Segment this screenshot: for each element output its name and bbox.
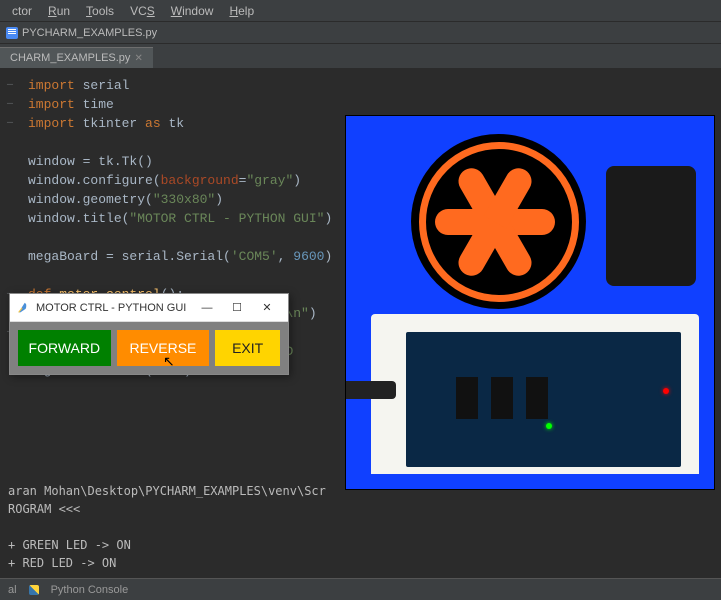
tkinter-body: FORWARD REVERSE↖ EXIT	[10, 322, 288, 374]
python-icon	[29, 585, 39, 595]
reverse-button[interactable]: REVERSE↖	[117, 330, 210, 366]
hardware-photo	[345, 115, 715, 490]
console-line: + GREEN LED -> ON	[8, 536, 713, 554]
minimize-button[interactable]: —	[192, 302, 222, 314]
run-console[interactable]: aran Mohan\Desktop\PYCHARM_EXAMPLES\venv…	[0, 478, 721, 576]
status-item[interactable]: al	[8, 584, 17, 596]
motor-body	[606, 166, 696, 286]
tkinter-titlebar[interactable]: MOTOR CTRL - PYTHON GUI — ☐ ✕	[10, 294, 288, 322]
menu-window[interactable]: Window	[163, 4, 222, 18]
usb-cable	[346, 381, 396, 399]
status-bar: al Python Console	[0, 578, 721, 600]
python-file-icon	[6, 27, 18, 39]
main-menu-bar: ctor Run Tools VCS Window Help	[0, 0, 721, 22]
mouse-cursor-icon: ↖	[163, 353, 175, 370]
close-icon[interactable]: ✕	[134, 53, 142, 64]
menu-refactor[interactable]: ctor	[4, 4, 40, 18]
close-button[interactable]: ✕	[252, 301, 282, 314]
tab-label: CHARM_EXAMPLES.py	[10, 52, 130, 64]
arduino-shield	[406, 332, 681, 467]
tab-file[interactable]: CHARM_EXAMPLES.py ✕	[0, 47, 153, 68]
maximize-button[interactable]: ☐	[222, 301, 252, 314]
tkinter-window: MOTOR CTRL - PYTHON GUI — ☐ ✕ FORWARD RE…	[9, 293, 289, 375]
red-led	[663, 388, 669, 394]
console-path: aran Mohan\Desktop\PYCHARM_EXAMPLES\venv…	[8, 482, 713, 500]
tkinter-title: MOTOR CTRL - PYTHON GUI	[36, 302, 192, 314]
menu-run[interactable]: Run	[40, 4, 78, 18]
green-led	[546, 423, 552, 429]
forward-button[interactable]: FORWARD	[18, 330, 111, 366]
menu-vcs[interactable]: VCS	[122, 4, 163, 18]
menu-help[interactable]: Help	[221, 4, 262, 18]
breadcrumb-file[interactable]: PYCHARM_EXAMPLES.py	[22, 27, 157, 39]
tkinter-icon	[16, 301, 30, 315]
exit-button[interactable]: EXIT	[215, 330, 280, 366]
wheel	[411, 134, 586, 309]
console-line: ROGRAM <<<	[8, 500, 713, 518]
python-console-tab[interactable]: Python Console	[51, 584, 129, 596]
editor-tab-bar: CHARM_EXAMPLES.py ✕	[0, 44, 721, 68]
console-line: + RED LED -> ON	[8, 554, 713, 572]
breadcrumb: PYCHARM_EXAMPLES.py	[0, 22, 721, 44]
menu-tools[interactable]: Tools	[78, 4, 122, 18]
